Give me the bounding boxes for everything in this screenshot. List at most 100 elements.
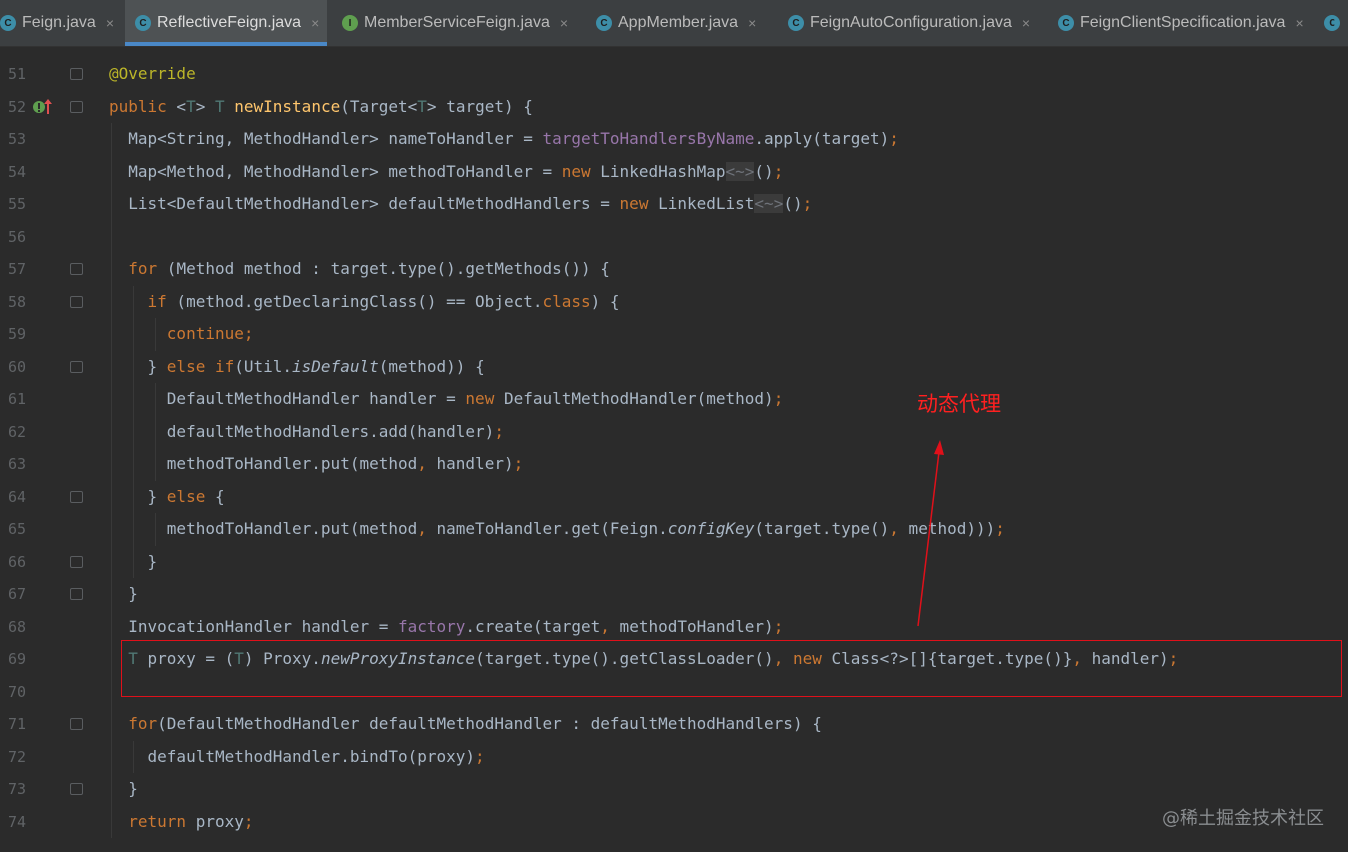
code-line: 61 DefaultMethodHandler handler = new De… (0, 383, 1348, 415)
code-token: new (465, 389, 495, 408)
code-token: handler) (426, 454, 514, 473)
code-line: 72 defaultMethodHandler.bindTo(proxy); (0, 741, 1348, 773)
code-token: if (147, 291, 167, 311)
line-number: 63 (7, 455, 26, 473)
fold-marker-icon[interactable] (70, 490, 83, 503)
code-token: newInstance (234, 96, 341, 116)
code-token: ; (243, 811, 254, 831)
code-token: ; (475, 746, 485, 766)
code-token: ; (773, 389, 784, 408)
code-token: , (417, 454, 427, 473)
code-line: 66 } (0, 546, 1348, 578)
code-token: new (561, 161, 591, 181)
line-number: 67 (7, 585, 26, 603)
tab-reflectivefeign[interactable]: C ReflectiveFeign.java × (125, 0, 327, 46)
code-line: 52 public <T> T newInstance(Target<T> tar… (0, 91, 1348, 123)
line-number: 69 (7, 650, 26, 668)
code-token: ; (889, 129, 899, 148)
code-token: else if (166, 356, 235, 376)
code-text: return proxy; (109, 806, 254, 838)
code-line: 54 Map<Method, MethodHandler> methodToHa… (0, 156, 1348, 188)
line-number: 68 (7, 617, 26, 636)
code-token: (DefaultMethodHandler defaultMethodHandl… (157, 714, 822, 733)
tab-feignclientspecification[interactable]: C FeignClientSpecification.java × (1048, 0, 1319, 46)
code-line: 55 List<DefaultMethodHandler> defaultMet… (0, 188, 1348, 220)
code-token: isDefault (292, 356, 379, 376)
line-number: 55 (7, 195, 26, 213)
code-editor[interactable]: 51 @Override 52 public <T> T newInstance(Ta… (0, 47, 1348, 852)
code-text: } else { (109, 481, 225, 513)
code-token: ) { (590, 291, 620, 311)
code-token: nameToHandler.get(Feign. (426, 519, 668, 538)
watermark: @稀土掘金技术社区 (1162, 808, 1324, 829)
code-text: @Override (109, 58, 196, 90)
code-token: defaultMethodHandlers.add(handler) (109, 421, 495, 441)
code-token: (method)) { (378, 356, 485, 376)
code-token: } (109, 584, 138, 603)
code-text: for(DefaultMethodHandler defaultMethodHa… (109, 708, 822, 740)
tab-label: ReflectiveFeign.java (157, 14, 302, 31)
code-token: ; (773, 616, 784, 636)
code-token: > (195, 96, 215, 116)
tab-appmember[interactable]: C AppMember.java × (586, 0, 774, 46)
tab-label: FeignClientSpecification.java (1080, 14, 1286, 31)
code-token: return (128, 811, 187, 831)
code-token: (Util. (234, 356, 293, 376)
tab-memberservicefeign[interactable]: I MemberServiceFeign.java × (332, 0, 578, 46)
line-number: 53 (7, 130, 26, 148)
tab-label: Feign.java (22, 14, 96, 31)
fold-marker-icon[interactable] (70, 100, 83, 113)
code-token: InvocationHandler handler = (109, 616, 398, 636)
code-text: List<DefaultMethodHandler> defaultMethod… (109, 188, 812, 220)
close-tab-icon[interactable]: × (106, 15, 114, 31)
indent-guide (133, 285, 134, 578)
close-tab-icon[interactable]: × (560, 15, 568, 31)
fold-marker-icon[interactable] (70, 555, 83, 568)
fold-marker-icon[interactable] (70, 295, 83, 308)
code-token: DefaultMethodHandler handler = (109, 389, 466, 408)
close-tab-icon[interactable]: × (311, 15, 319, 31)
code-token: ; (995, 519, 1005, 538)
code-token: <~> (725, 161, 755, 181)
fold-marker-icon[interactable] (70, 588, 83, 600)
code-token: T (214, 96, 225, 116)
close-tab-icon[interactable]: × (1295, 15, 1303, 31)
code-line: 62 defaultMethodHandlers.add(handler); (0, 416, 1348, 448)
code-token: T (417, 96, 427, 116)
code-token: (Method method : target.type().getMethod… (157, 259, 610, 278)
class-icon[interactable]: C (1324, 15, 1340, 31)
code-token: T (186, 96, 196, 116)
code-text: Map<Method, MethodHandler> methodToHandl… (109, 156, 783, 188)
code-token: @Override (109, 64, 196, 83)
indent-guide (111, 123, 112, 838)
tab-feign[interactable]: C Feign.java × (0, 0, 114, 46)
indent-guide (133, 740, 134, 773)
override-method-icon[interactable] (32, 98, 54, 119)
code-token: ; (513, 454, 524, 473)
code-token: .create(target (465, 616, 601, 636)
close-tab-icon[interactable]: × (1022, 15, 1030, 31)
fold-marker-icon[interactable] (70, 68, 83, 80)
tab-label: FeignAutoConfiguration.java (810, 14, 1012, 31)
line-number: 57 (7, 260, 26, 278)
fold-marker-icon[interactable] (70, 263, 83, 275)
fold-marker-icon[interactable] (70, 360, 83, 373)
class-icon: C (0, 15, 16, 31)
code-text: methodToHandler.put(method, nameToHandle… (109, 513, 1005, 545)
code-token: , (417, 519, 427, 538)
line-number: 56 (7, 227, 26, 246)
code-token: () (783, 194, 803, 213)
code-token: .apply(target) (754, 129, 890, 148)
code-token: defaultMethodHandler.bindTo(proxy) (109, 746, 476, 766)
code-line: 56 (0, 221, 1348, 253)
code-line: 68 InvocationHandler handler = factory.c… (0, 611, 1348, 643)
code-token: , (889, 519, 899, 538)
code-token: > target) { (426, 96, 533, 116)
fold-marker-icon[interactable] (70, 783, 83, 795)
tab-label: MemberServiceFeign.java (364, 14, 550, 31)
line-number: 73 (7, 780, 26, 798)
fold-marker-icon[interactable] (70, 718, 83, 730)
close-tab-icon[interactable]: × (748, 15, 756, 31)
tab-feignautoconfiguration[interactable]: C FeignAutoConfiguration.java × (778, 0, 1041, 46)
code-text: } else if(Util.isDefault(method)) { (109, 351, 485, 383)
